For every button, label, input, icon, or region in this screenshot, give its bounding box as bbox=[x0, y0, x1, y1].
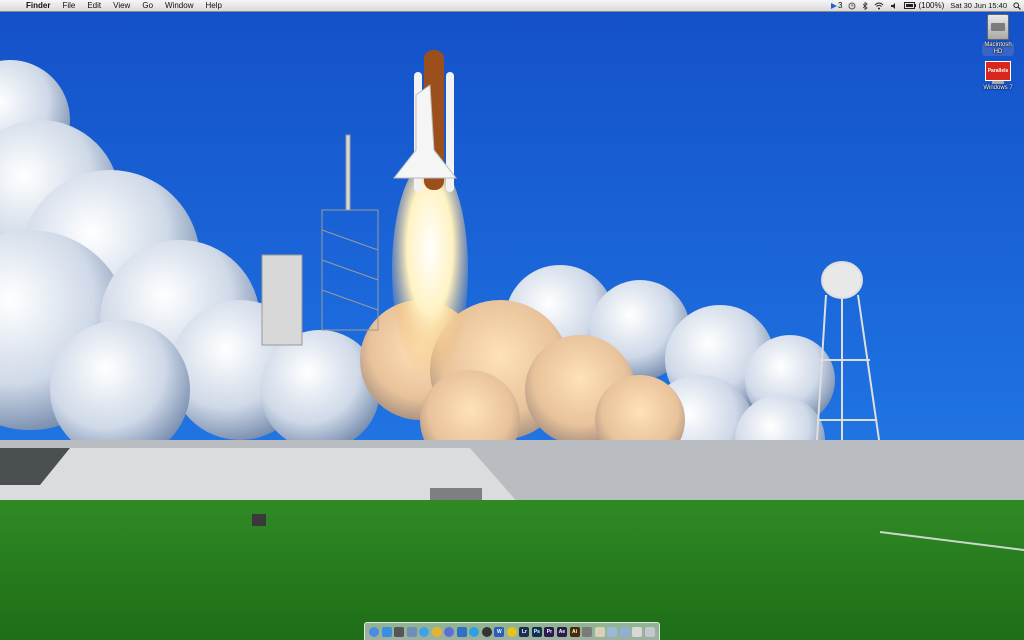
notification-flag-icon bbox=[831, 2, 838, 9]
word-icon[interactable]: W bbox=[494, 626, 505, 637]
menu-app-finder[interactable]: Finder bbox=[20, 0, 56, 12]
hard-drive-icon bbox=[987, 14, 1009, 40]
documents-icon[interactable] bbox=[632, 626, 643, 637]
menu-help[interactable]: Help bbox=[199, 0, 227, 12]
finder-icon[interactable] bbox=[369, 626, 379, 637]
battery-percentage: (100%) bbox=[918, 0, 945, 10]
desktop-icon-label-line1: Macintosh bbox=[984, 42, 1012, 48]
menu-file[interactable]: File bbox=[56, 0, 81, 12]
time-machine-icon[interactable] bbox=[845, 2, 859, 10]
safari-icon[interactable] bbox=[419, 626, 430, 637]
spotlight-search-icon[interactable] bbox=[1010, 1, 1024, 10]
notification-status-item[interactable]: 3 bbox=[827, 0, 845, 12]
chrome-icon[interactable] bbox=[431, 626, 442, 637]
premiere-icon[interactable]: Pr bbox=[544, 626, 555, 637]
parallels-vm-icon: Parallels bbox=[985, 61, 1011, 81]
desktop-icon-label: Windows 7 bbox=[983, 85, 1013, 91]
dock: W Lr Ps Pr Ae Ai bbox=[364, 622, 660, 640]
notification-count: 3 bbox=[838, 0, 843, 10]
lightroom-icon[interactable]: Lr bbox=[519, 626, 530, 637]
downloads-icon[interactable] bbox=[619, 626, 630, 637]
app-store-icon[interactable] bbox=[381, 626, 392, 637]
folder-icon[interactable] bbox=[607, 626, 618, 637]
skype-icon[interactable] bbox=[469, 626, 480, 637]
menu-view[interactable]: View bbox=[107, 0, 136, 12]
desktop-icon-label-line2: HD bbox=[993, 49, 1003, 55]
mail-icon[interactable] bbox=[406, 626, 417, 637]
steam-icon[interactable] bbox=[481, 626, 492, 637]
desktop-icon-macintosh-hd[interactable]: Macintosh HD bbox=[974, 14, 1022, 58]
rocket-flame bbox=[392, 160, 468, 380]
menu-clock[interactable]: Sat 30 Jun 15:40 bbox=[947, 0, 1010, 12]
bluetooth-icon[interactable] bbox=[859, 1, 871, 10]
menu-bar: Finder File Edit View Go Window Help 3 (… bbox=[0, 0, 1024, 12]
system-preferences-icon[interactable] bbox=[582, 626, 593, 637]
desktop-icon-label: Macintosh HD bbox=[982, 42, 1014, 56]
norton-icon[interactable] bbox=[506, 626, 517, 637]
volume-icon[interactable] bbox=[887, 2, 901, 10]
dashboard-icon[interactable] bbox=[394, 626, 405, 637]
menu-go[interactable]: Go bbox=[136, 0, 159, 12]
monitor-stand bbox=[992, 81, 1004, 84]
battery-icon bbox=[904, 2, 917, 9]
after-effects-icon[interactable]: Ae bbox=[556, 626, 567, 637]
illustrator-icon[interactable]: Ai bbox=[569, 626, 580, 637]
menu-edit[interactable]: Edit bbox=[81, 0, 107, 12]
trash-icon[interactable] bbox=[644, 626, 655, 637]
desktop-icon-windows-7[interactable]: Parallels Windows 7 bbox=[974, 61, 1022, 92]
grass-field bbox=[0, 500, 1024, 640]
text-edit-icon[interactable] bbox=[594, 626, 605, 637]
battery-status-item[interactable]: (100%) bbox=[901, 0, 947, 12]
itunes-icon[interactable] bbox=[444, 626, 455, 637]
wifi-icon[interactable] bbox=[871, 2, 887, 10]
parallels-logo-text: Parallels bbox=[987, 68, 1009, 74]
menu-window[interactable]: Window bbox=[159, 0, 199, 12]
iphoto-icon[interactable] bbox=[456, 626, 467, 637]
photoshop-icon[interactable]: Ps bbox=[531, 626, 542, 637]
desktop-wallpaper bbox=[0, 0, 1024, 640]
